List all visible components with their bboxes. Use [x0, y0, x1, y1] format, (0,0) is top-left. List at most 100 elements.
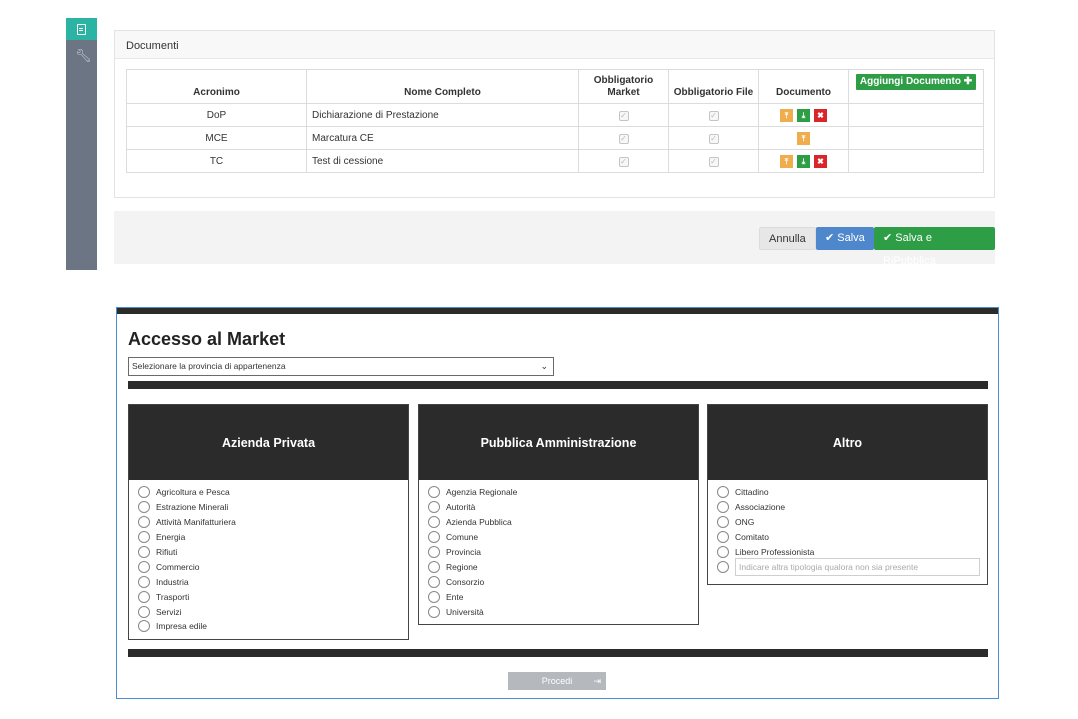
documents-panel: Documenti Acronimo Nome Completo Obbliga…: [114, 30, 995, 198]
radio-option[interactable]: Trasporti: [138, 589, 408, 604]
radio-option[interactable]: Cittadino: [717, 485, 987, 500]
option-label: Industria: [156, 576, 189, 587]
category-altro: Altro Cittadino Associazione ONG Comitat…: [707, 404, 988, 585]
upload-icon[interactable]: ⤒: [780, 108, 793, 122]
radio-button[interactable]: [138, 531, 150, 544]
download-icon[interactable]: ⤓: [797, 108, 810, 122]
radio-button[interactable]: [138, 560, 150, 573]
radio-button[interactable]: [138, 516, 150, 529]
radio-button[interactable]: [138, 620, 150, 633]
radio-button[interactable]: [138, 590, 150, 603]
save-republish-button[interactable]: ✔ Salva e RiPubblica: [874, 227, 995, 267]
form-footer: Annulla ✔ Salva ✔ Salva e RiPubblica: [114, 211, 995, 267]
radio-option[interactable]: ONG: [717, 515, 987, 530]
radio-option[interactable]: Autorità: [428, 500, 698, 515]
radio-button[interactable]: [428, 605, 440, 618]
required-file-checkbox[interactable]: ✓: [708, 156, 719, 167]
plus-icon: ✚: [963, 76, 973, 87]
radio-button[interactable]: [138, 605, 150, 618]
radio-option[interactable]: Università: [428, 604, 698, 619]
sidebar: 🔧︎: [66, 18, 97, 270]
cancel-button[interactable]: Annulla: [759, 227, 816, 250]
radio-option[interactable]: Provincia: [428, 545, 698, 560]
section-divider: [128, 381, 988, 389]
radio-button[interactable]: [428, 560, 440, 573]
radio-option[interactable]: Ente: [428, 589, 698, 604]
add-document-label: Aggiungi Documento: [859, 76, 961, 87]
radio-button[interactable]: [717, 486, 729, 499]
required-file-checkbox[interactable]: ✓: [708, 133, 719, 144]
province-select[interactable]: Selezionare la provincia di appartenenza…: [128, 357, 554, 376]
radio-option-other[interactable]: Indicare altra tipologia qualora non sia…: [717, 557, 987, 576]
radio-option[interactable]: Associazione: [717, 500, 987, 515]
category-pubblica-amministrazione: Pubblica Amministrazione Agenzia Regiona…: [418, 404, 699, 625]
option-label: Libero Professionista: [735, 547, 815, 557]
check-icon: ✔: [825, 232, 835, 244]
radio-option[interactable]: Regione: [428, 559, 698, 574]
download-icon[interactable]: ⤓: [797, 154, 810, 168]
upload-icon[interactable]: ⤒: [780, 154, 793, 168]
delete-icon[interactable]: ✖: [814, 108, 827, 122]
radio-option[interactable]: Azienda Pubblica: [428, 515, 698, 530]
radio-option[interactable]: Agenzia Regionale: [428, 485, 698, 500]
radio-option[interactable]: Comune: [428, 530, 698, 545]
row-actions-cell: [848, 149, 984, 173]
documents-panel-title: Documenti: [115, 31, 994, 59]
radio-button[interactable]: [428, 516, 440, 529]
radio-option[interactable]: Commercio: [138, 559, 408, 574]
radio-option[interactable]: Consorzio: [428, 574, 698, 589]
radio-button[interactable]: [428, 501, 440, 514]
option-label: Regione: [446, 561, 478, 572]
radio-button[interactable]: [428, 546, 440, 558]
required-market-checkbox[interactable]: ✓: [618, 133, 629, 144]
category-title: Altro: [708, 405, 987, 480]
radio-button[interactable]: [717, 516, 729, 529]
radio-option[interactable]: Estrazione Minerali: [138, 500, 408, 515]
radio-option[interactable]: Comitato: [717, 530, 987, 545]
delete-icon[interactable]: ✖: [814, 154, 827, 168]
radio-button[interactable]: [717, 560, 729, 573]
radio-option[interactable]: Energia: [138, 530, 408, 545]
page-title: Accesso al Market: [128, 329, 286, 349]
radio-button[interactable]: [717, 531, 729, 544]
option-label: Autorità: [446, 502, 476, 513]
option-label: Consorzio: [446, 576, 485, 587]
required-market-checkbox[interactable]: ✓: [618, 156, 629, 167]
required-market-checkbox[interactable]: ✓: [618, 110, 629, 121]
radio-button[interactable]: [138, 501, 150, 514]
row-acronym: DoP: [126, 103, 307, 127]
radio-button[interactable]: [428, 575, 440, 588]
option-label: Servizi: [156, 606, 182, 617]
proceed-button[interactable]: Procedi ⇥: [508, 672, 606, 690]
required-file-checkbox[interactable]: ✓: [708, 110, 719, 121]
radio-option[interactable]: Attività Manifatturiera: [138, 515, 408, 530]
upload-icon[interactable]: ⤒: [797, 131, 810, 145]
radio-button[interactable]: [717, 501, 729, 514]
radio-option[interactable]: Agricoltura e Pesca: [138, 485, 408, 500]
radio-option[interactable]: Rifiuti: [138, 545, 408, 560]
option-label: Comune: [446, 532, 479, 543]
option-label: Estrazione Minerali: [156, 502, 229, 513]
other-type-input[interactable]: Indicare altra tipologia qualora non sia…: [735, 557, 980, 576]
sidebar-item-documents[interactable]: [66, 18, 97, 40]
col-header-required-market: Obbligatorio Market: [578, 69, 669, 104]
radio-button[interactable]: [138, 486, 150, 499]
market-access-panel: Accesso al Market Selezionare la provinc…: [116, 307, 999, 699]
radio-button[interactable]: [428, 590, 440, 603]
option-label: Rifiuti: [156, 547, 178, 557]
wrench-icon[interactable]: 🔧︎: [75, 48, 92, 64]
col-header-acronym: Acronimo: [126, 69, 307, 104]
radio-option[interactable]: Servizi: [138, 604, 408, 619]
save-button[interactable]: ✔ Salva: [816, 227, 874, 250]
option-label: Comitato: [735, 532, 770, 543]
add-document-button[interactable]: Aggiungi Documento ✚: [855, 74, 977, 90]
row-actions-cell: [848, 103, 984, 127]
radio-button[interactable]: [138, 575, 150, 588]
radio-button[interactable]: [428, 486, 440, 499]
radio-button[interactable]: [138, 546, 150, 558]
radio-option[interactable]: Industria: [138, 574, 408, 589]
radio-option[interactable]: Impresa edile: [138, 619, 408, 634]
option-label: Energia: [156, 532, 186, 543]
radio-button[interactable]: [428, 531, 440, 544]
radio-button[interactable]: [717, 546, 729, 558]
